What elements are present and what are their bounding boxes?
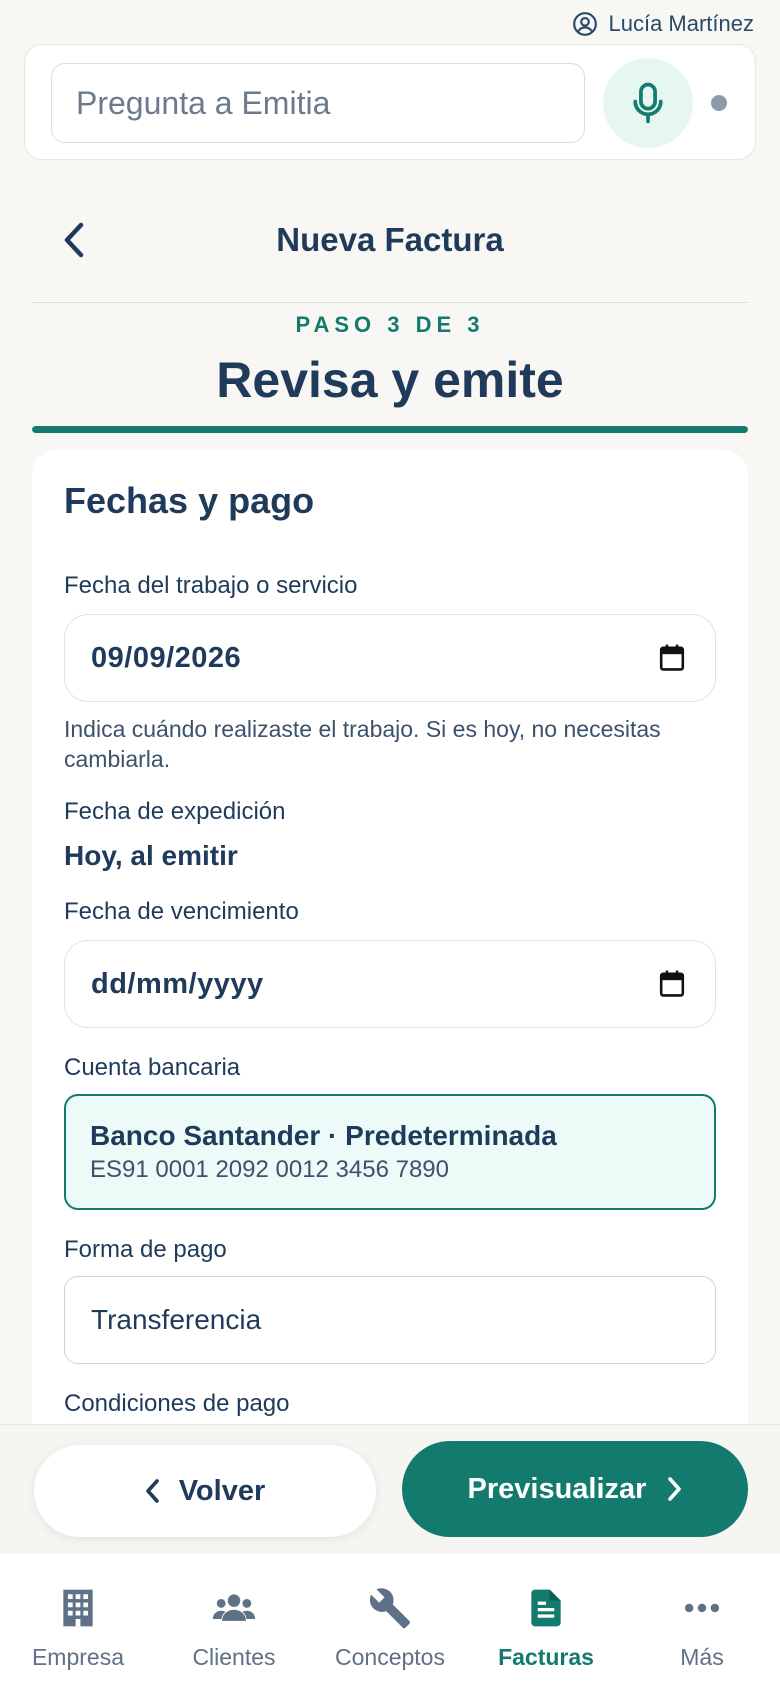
wrench-icon — [369, 1588, 410, 1629]
users-icon — [212, 1594, 256, 1621]
document-icon — [531, 1589, 561, 1627]
due-date-input[interactable]: dd/mm/yyyy — [64, 940, 716, 1028]
back-button[interactable] — [52, 218, 96, 262]
preview-button[interactable]: Previsualizar — [402, 1441, 748, 1537]
work-date-input[interactable]: 09/09/2026 — [64, 614, 716, 702]
back-action-button[interactable]: Volver — [34, 1445, 376, 1537]
bottom-nav: Empresa Clientes Conceptos Facturas Más — [0, 1554, 780, 1688]
nav-label-conceptos: Conceptos — [335, 1644, 445, 1670]
page-title: Nueva Factura — [276, 221, 504, 258]
issue-date-value: Hoy, al emitir — [64, 840, 238, 871]
work-date-help: Indica cuándo realizaste el trabajo. Si … — [64, 716, 661, 772]
ask-assistant-input[interactable]: Pregunta a Emitia — [51, 63, 585, 143]
bank-account-selector[interactable]: Banco Santander · Predeterminada ES91 00… — [64, 1094, 716, 1210]
nav-item-empresa[interactable]: Empresa — [0, 1554, 156, 1688]
chevron-right-icon — [668, 1477, 682, 1501]
user-menu[interactable]: Lucía Martínez — [572, 8, 754, 40]
calendar-icon[interactable] — [659, 644, 685, 672]
more-horizontal-icon — [684, 1603, 720, 1613]
payment-method-select[interactable]: Transferencia — [64, 1276, 716, 1364]
action-bar: Volver Previsualizar — [0, 1424, 780, 1554]
microphone-icon — [633, 82, 663, 124]
dates-payment-card: Fechas y pago Fecha del trabajo o servic… — [32, 450, 748, 1450]
payment-terms-label: Condiciones de pago — [64, 1390, 290, 1417]
nav-item-conceptos[interactable]: Conceptos — [312, 1554, 468, 1688]
chevron-left-icon — [145, 1479, 159, 1503]
work-date-label: Fecha del trabajo o servicio — [64, 572, 358, 599]
step-progress-fill — [32, 426, 748, 433]
user-name: Lucía Martínez — [608, 11, 754, 36]
chevron-left-icon — [64, 222, 84, 258]
section-title: Fechas y pago — [64, 480, 315, 521]
nav-item-facturas[interactable]: Facturas — [468, 1554, 624, 1688]
nav-label-clientes: Clientes — [192, 1644, 276, 1670]
assistant-panel: Pregunta a Emitia — [24, 44, 756, 160]
calendar-icon[interactable] — [659, 970, 685, 998]
step-title: Revisa y emite — [216, 352, 564, 408]
microphone-button[interactable] — [603, 58, 693, 148]
preview-label: Previsualizar — [467, 1472, 647, 1505]
payment-method-label: Forma de pago — [64, 1236, 227, 1263]
issue-date-label: Fecha de expedición — [64, 798, 286, 825]
due-date-label: Fecha de vencimiento — [64, 898, 299, 925]
step-label: PASO 3 DE 3 — [295, 312, 485, 337]
bank-iban: ES91 0001 2092 0012 3456 7890 — [90, 1156, 450, 1183]
payment-method-value: Transferencia — [91, 1304, 262, 1335]
work-date-value: 09/09/2026 — [91, 641, 242, 674]
due-date-placeholder: dd/mm/yyyy — [91, 967, 264, 1000]
bank-name: Banco Santander · Predeterminada — [90, 1120, 557, 1151]
nav-label-empresa: Empresa — [31, 1644, 125, 1670]
building-icon — [63, 1589, 93, 1627]
bank-account-label: Cuenta bancaria — [64, 1054, 241, 1081]
status-dot — [711, 95, 727, 111]
header-divider — [32, 302, 748, 303]
nav-item-clientes[interactable]: Clientes — [156, 1554, 312, 1688]
nav-label-facturas: Facturas — [498, 1644, 594, 1670]
nav-item-mas[interactable]: Más — [624, 1554, 780, 1688]
user-circle-icon — [573, 12, 598, 36]
back-action-label: Volver — [178, 1474, 266, 1507]
nav-label-mas: Más — [680, 1644, 724, 1670]
step-progress — [32, 426, 748, 433]
